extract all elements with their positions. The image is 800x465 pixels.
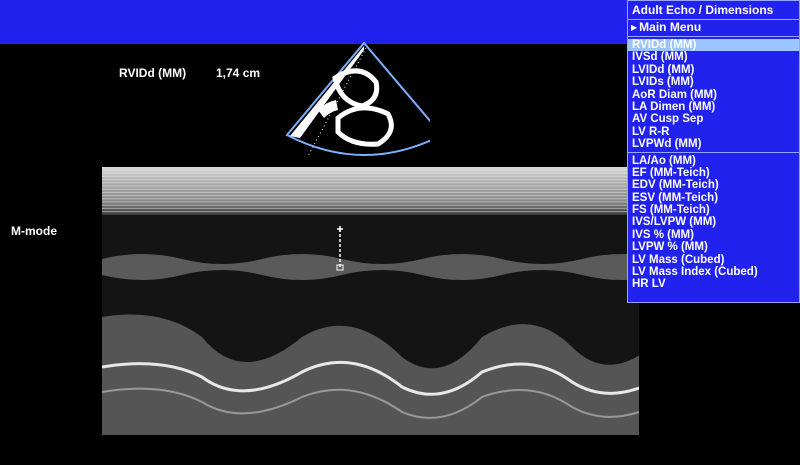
m-mode-cursor-line (307, 47, 367, 157)
mode-label: M-mode (11, 224, 57, 238)
menu-divider (628, 151, 799, 153)
menu-item-edv-mm-teich[interactable]: EDV (MM-Teich) (628, 179, 799, 191)
m-mode-trace (102, 167, 639, 435)
menu-item-la-ao-mm[interactable]: LA/Ao (MM) (628, 155, 799, 167)
measurement-label: RVIDd (MM) (119, 66, 187, 80)
menu-item-lv-mass-cubed[interactable]: LV Mass (Cubed) (628, 254, 799, 266)
menu-title: Adult Echo / Dimensions (628, 1, 799, 20)
menu-item-ivsd-mm[interactable]: IVSd (MM) (628, 51, 799, 63)
sector-wall (290, 46, 364, 138)
menu-group-calculations: LA/Ao (MM) EF (MM-Teich) EDV (MM-Teich) ESV… (628, 155, 799, 291)
menu-item-lv-mass-index-cubed[interactable]: LV Mass Index (Cubed) (628, 266, 799, 278)
menu-item-ivs-lvpw-mm[interactable]: IVS/LVPW (MM) (628, 216, 799, 228)
measurement-value: 1,74 cm (216, 66, 261, 80)
sector-scan-icon (285, 41, 430, 157)
menu-item-ivs-mm[interactable]: IVS % (MM) (628, 229, 799, 241)
main-menu-label: Main Menu (639, 20, 702, 34)
menu-group-primary: RVIDd (MM) IVSd (MM) LVIDd (MM) LVIDs (MM) A… (628, 39, 799, 151)
triangle-right-icon: ▶ (631, 23, 638, 32)
menu-item-la-dimen-mm[interactable]: LA Dimen (MM) (628, 101, 799, 113)
menu-item-hr-lv[interactable]: HR LV (628, 278, 799, 290)
chest-wall-band (102, 167, 639, 215)
menu-item-av-cusp-sep[interactable]: AV Cusp Sep (628, 113, 799, 125)
heart-chamber-lower (335, 105, 394, 147)
menu-item-lv-r-r[interactable]: LV R-R (628, 126, 799, 138)
menu-item-lvids-mm[interactable]: LVIDs (MM) (628, 76, 799, 88)
menu-item-aor-diam-mm[interactable]: AoR Diam (MM) (628, 89, 799, 101)
menu-divider (628, 36, 799, 37)
menu-item-fs-mm-teich[interactable]: FS (MM-Teich) (628, 204, 799, 216)
menu-item-lvpwd-mm[interactable]: LVPWd (MM) (628, 138, 799, 150)
menu-item-lvpw-mm[interactable]: LVPW % (MM) (628, 241, 799, 253)
menu-item-rvidd-mm[interactable]: RVIDd (MM) (628, 39, 799, 52)
m-mode-display (102, 167, 639, 435)
sector-outline (285, 41, 430, 156)
menu-item-ef-mm-teich[interactable]: EF (MM-Teich) (628, 167, 799, 179)
main-menu-item[interactable]: ▶ Main Menu (628, 20, 799, 35)
menu-item-esv-mm-teich[interactable]: ESV (MM-Teich) (628, 192, 799, 204)
menu-item-lvidd-mm[interactable]: LVIDd (MM) (628, 64, 799, 76)
measurement-menu: Adult Echo / Dimensions ▶ Main Menu RVIDd… (627, 0, 800, 303)
heart-chamber-upper (332, 68, 380, 109)
